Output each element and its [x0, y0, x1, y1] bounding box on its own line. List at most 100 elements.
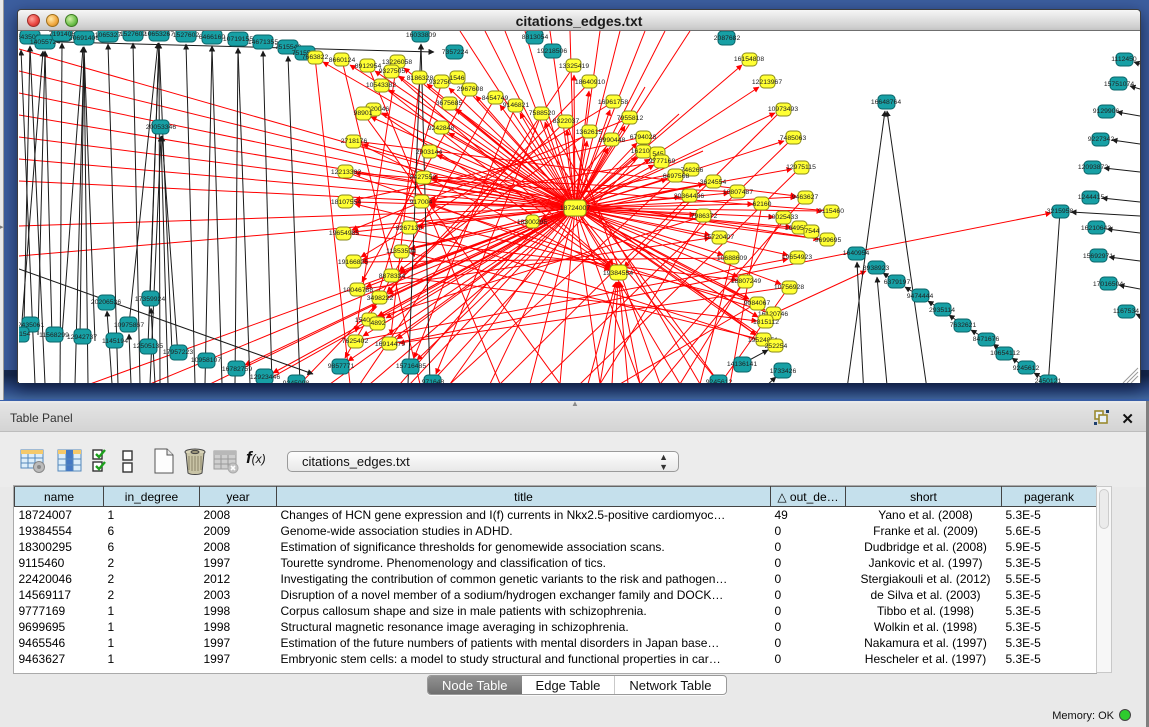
svg-text:9474444: 9474444: [907, 293, 934, 300]
svg-text:9777169: 9777169: [649, 158, 676, 165]
svg-text:18300295: 18300295: [517, 219, 547, 226]
svg-text:19654923: 19654923: [782, 254, 812, 261]
svg-text:2935114: 2935114: [929, 307, 955, 314]
svg-text:1527602: 1527602: [173, 32, 200, 39]
svg-text:9084067: 9084067: [744, 300, 771, 307]
svg-text:15716485: 15716485: [396, 363, 426, 370]
svg-text:10807487: 10807487: [723, 189, 753, 196]
svg-text:15751074: 15751074: [1104, 81, 1134, 88]
svg-text:18640910: 18640910: [575, 79, 605, 86]
svg-text:1546: 1546: [449, 75, 464, 82]
svg-text:7485063: 7485063: [780, 135, 807, 142]
svg-text:12213967: 12213967: [752, 79, 782, 86]
svg-text:10973493: 10973493: [768, 106, 798, 113]
svg-text:6466160: 6466160: [199, 34, 226, 41]
svg-text:20364436: 20364436: [674, 193, 704, 200]
svg-text:20206536: 20206536: [91, 299, 121, 306]
svg-text:8912954: 8912954: [355, 63, 382, 70]
svg-text:9245098: 9245098: [283, 380, 310, 383]
svg-text:8660124: 8660124: [329, 57, 356, 64]
svg-text:6379197: 6379197: [884, 279, 911, 286]
svg-text:1167534: 1167534: [1113, 308, 1139, 315]
svg-text:9857771: 9857771: [328, 363, 355, 370]
svg-text:917004: 917004: [410, 199, 433, 206]
svg-text:8990448: 8990448: [599, 137, 626, 144]
svg-text:19654985: 19654985: [329, 230, 359, 237]
svg-text:98901: 98901: [354, 110, 373, 117]
svg-text:16210643: 16210643: [1081, 225, 1111, 232]
svg-text:10543382: 10543382: [366, 82, 396, 89]
svg-text:39154: 39154: [19, 331, 31, 338]
svg-text:2087682: 2087682: [714, 35, 741, 42]
svg-text:12505135: 12505135: [133, 343, 163, 350]
svg-text:12213382: 12213382: [331, 169, 361, 176]
svg-text:8813054: 8813054: [522, 34, 549, 41]
svg-text:1244415: 1244415: [1078, 194, 1105, 201]
svg-text:9327505: 9327505: [379, 68, 406, 75]
svg-text:7955812: 7955812: [617, 115, 644, 122]
svg-text:10975867: 10975867: [114, 322, 144, 329]
svg-text:7632621: 7632621: [950, 322, 977, 329]
svg-text:10756928: 10756928: [774, 284, 804, 291]
svg-text:2718176: 2718176: [341, 138, 368, 145]
svg-text:7588520: 7588520: [529, 110, 556, 117]
svg-text:4892: 4892: [370, 320, 385, 327]
svg-text:20053346: 20053346: [146, 124, 176, 131]
svg-text:2967608: 2967608: [457, 86, 484, 93]
svg-text:7663822: 7663822: [302, 54, 329, 61]
svg-text:15720407: 15720407: [704, 234, 734, 241]
svg-text:1362615: 1362615: [576, 129, 603, 136]
svg-text:1112450: 1112450: [1111, 56, 1137, 63]
svg-text:8322037: 8322037: [553, 118, 580, 125]
svg-text:62160: 62160: [753, 201, 772, 208]
svg-text:6497568: 6497568: [663, 173, 690, 180]
svg-text:3215958: 3215958: [1047, 208, 1074, 215]
svg-text:2903144: 2903144: [416, 149, 443, 156]
svg-text:1065327: 1065327: [95, 32, 122, 39]
svg-text:19166825: 19166825: [338, 259, 368, 266]
svg-text:10654112: 10654112: [990, 350, 1020, 357]
svg-text:17359924: 17359924: [135, 296, 165, 303]
svg-text:8878334: 8878334: [379, 273, 406, 280]
svg-text:252254: 252254: [765, 343, 788, 350]
svg-text:10958107: 10958107: [191, 357, 221, 364]
svg-text:3498222: 3498222: [367, 295, 394, 302]
svg-text:18807249: 18807249: [731, 278, 761, 285]
svg-text:11568299: 11568299: [39, 332, 69, 339]
svg-text:10653267: 10653267: [144, 31, 174, 38]
svg-text:11353594: 11353594: [386, 248, 416, 255]
svg-text:10046788: 10046788: [343, 287, 373, 294]
svg-text:9699695: 9699695: [815, 237, 842, 244]
svg-text:9227342: 9227342: [1088, 136, 1115, 143]
svg-text:12093872: 12093872: [1078, 164, 1108, 171]
svg-text:17016504: 17016504: [1093, 281, 1123, 288]
svg-text:9463627: 9463627: [792, 194, 819, 201]
svg-text:19218506: 19218506: [537, 48, 567, 55]
svg-text:16648764: 16648764: [871, 99, 901, 106]
svg-text:16914479: 16914479: [375, 341, 405, 348]
svg-text:7625402: 7625402: [342, 338, 369, 345]
svg-text:3675685: 3675685: [436, 100, 463, 107]
svg-text:971648: 971648: [422, 379, 445, 383]
svg-text:16961758: 16961758: [598, 99, 628, 106]
svg-text:15692971: 15692971: [1083, 253, 1113, 260]
svg-text:9242848: 9242848: [428, 125, 455, 132]
svg-text:1815112: 1815112: [753, 319, 779, 326]
svg-text:8938923: 8938923: [863, 265, 890, 272]
svg-text:1145194: 1145194: [102, 338, 128, 345]
svg-text:1733426: 1733426: [770, 368, 797, 375]
svg-text:7986372: 7986372: [691, 213, 718, 220]
svg-text:16033809: 16033809: [406, 32, 436, 39]
svg-text:12975115: 12975115: [786, 164, 816, 171]
svg-text:10025433: 10025433: [768, 214, 798, 221]
svg-text:3624554: 3624554: [700, 179, 727, 186]
svg-text:10688609: 10688609: [717, 255, 747, 262]
svg-text:8267130: 8267130: [396, 225, 423, 232]
svg-text:6794028: 6794028: [630, 134, 657, 141]
svg-text:8454749: 8454749: [482, 95, 509, 102]
svg-text:9129906: 9129906: [1093, 108, 1120, 115]
svg-text:9115460: 9115460: [818, 208, 844, 215]
svg-text:9245612: 9245612: [1013, 365, 1040, 372]
svg-text:8427552: 8427552: [410, 174, 437, 181]
svg-text:7544: 7544: [804, 228, 819, 235]
